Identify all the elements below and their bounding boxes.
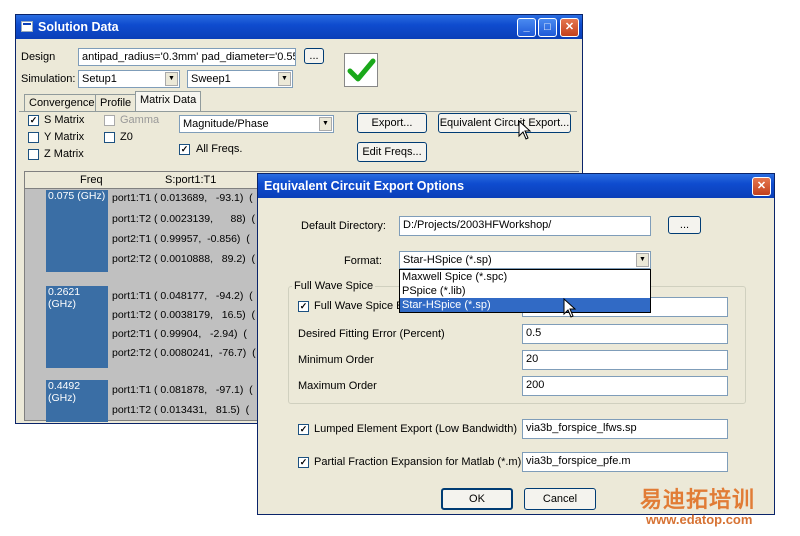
all-freqs-checkbox[interactable]: ✓	[179, 144, 190, 155]
table-row[interactable]: port1:T1 ( 0.081878, -97.1) (	[112, 384, 253, 396]
sweep-value: Sweep1	[191, 73, 231, 85]
lumped-export-field[interactable]: via3b_forspice_lfws.sp	[522, 419, 728, 439]
fws-export-checkbox[interactable]: ✓	[298, 301, 309, 312]
chevron-down-icon[interactable]: ▼	[319, 117, 332, 131]
tab-matrix-data[interactable]: Matrix Data	[135, 91, 202, 112]
gamma-checkbox[interactable]	[104, 115, 115, 126]
freq-cell[interactable]: 0.075 (GHz)	[46, 190, 108, 272]
minimize-icon[interactable]: _	[517, 18, 536, 37]
format-option[interactable]: Maxwell Spice (*.spc)	[400, 270, 650, 284]
cancel-button[interactable]: Cancel	[524, 488, 596, 510]
full-wave-spice-group-label: Full Wave Spice	[292, 280, 376, 292]
sweep-select[interactable]: Sweep1 ▼	[187, 70, 293, 88]
table-row[interactable]: port2:T2 ( 0.0010888, 89.2) (	[112, 253, 255, 265]
lumped-export-checkbox[interactable]: ✓	[298, 424, 309, 435]
min-order-field[interactable]: 20	[522, 350, 728, 370]
table-row[interactable]: port1:T1 ( 0.013689, -93.1) (	[112, 192, 253, 204]
tab-convergence[interactable]: Convergence	[24, 94, 100, 111]
z0-label: Z0	[120, 131, 133, 143]
close-icon[interactable]: ✕	[752, 177, 771, 196]
z0-checkbox[interactable]	[104, 132, 115, 143]
dialog-title-bar[interactable]: Equivalent Circuit Export Options ✕	[258, 174, 774, 198]
tab-panel-border	[19, 111, 577, 112]
table-row[interactable]: port1:T2 ( 0.013431, 81.5) (	[112, 404, 249, 416]
col-s-header[interactable]: S:port1:T1	[165, 174, 216, 186]
design-browse-button[interactable]: ...	[304, 48, 324, 64]
format-option[interactable]: PSpice (*.lib)	[400, 284, 650, 298]
solution-title-bar[interactable]: Solution Data _ □ ✕	[16, 15, 582, 39]
default-dir-field[interactable]: D:/Projects/2003HFWorkshop/	[399, 216, 651, 236]
s-matrix-label: S Matrix	[44, 114, 85, 126]
display-type-value: Magnitude/Phase	[183, 118, 269, 130]
simulation-label: Simulation:	[21, 73, 76, 85]
pfe-field[interactable]: via3b_forspice_pfe.m	[522, 452, 728, 472]
table-row[interactable]: port2:T1 ( 0.99904, -2.94) (	[112, 328, 247, 340]
design-field[interactable]: antipad_radius='0.3mm' pad_diameter='0.5…	[78, 48, 296, 66]
lumped-export-label: Lumped Element Export (Low Bandwidth)	[314, 423, 517, 435]
gamma-label: Gamma	[120, 114, 160, 126]
format-option-selected[interactable]: Star-HSpice (*.sp)	[400, 298, 650, 312]
export-button[interactable]: Export...	[357, 113, 427, 133]
freq-cell[interactable]: 0.2621 (GHz)	[46, 286, 108, 368]
edit-freqs-button[interactable]: Edit Freqs...	[357, 142, 427, 162]
max-order-field[interactable]: 200	[522, 376, 728, 396]
setup-select[interactable]: Setup1 ▼	[78, 70, 180, 88]
close-icon[interactable]: ✕	[560, 18, 579, 37]
fitting-error-field[interactable]: 0.5	[522, 324, 728, 344]
maximize-icon[interactable]: □	[538, 18, 557, 37]
window-icon	[21, 21, 33, 32]
max-order-label: Maximum Order	[298, 380, 377, 392]
export-options-dialog: Equivalent Circuit Export Options ✕ Defa…	[257, 173, 775, 515]
format-value: Star-HSpice (*.sp)	[403, 254, 492, 266]
table-row[interactable]: port1:T2 ( 0.0023139, 88) (	[112, 213, 255, 225]
check-mark-icon	[344, 53, 378, 87]
chevron-down-icon[interactable]: ▼	[278, 72, 291, 86]
watermark-url: www.edatop.com	[646, 512, 753, 527]
all-freqs-label: All Freqs.	[196, 143, 243, 155]
table-row[interactable]: port1:T2 ( 0.0038179, 16.5) (	[112, 309, 255, 321]
table-row[interactable]: port1:T1 ( 0.048177, -94.2) (	[112, 290, 253, 302]
mouse-cursor-icon	[563, 298, 577, 318]
setup-value: Setup1	[82, 73, 117, 85]
pfe-label: Partial Fraction Expansion for Matlab (*…	[314, 456, 522, 468]
freq-cell[interactable]: 0.4492 (GHz)	[46, 380, 108, 422]
fitting-error-label: Desired Fitting Error (Percent)	[298, 328, 445, 340]
design-label: Design	[21, 51, 56, 63]
y-matrix-label: Y Matrix	[44, 131, 85, 143]
dialog-title: Equivalent Circuit Export Options	[264, 179, 465, 193]
table-row[interactable]: port2:T2 ( 0.0080241, -76.7) (	[112, 347, 256, 359]
mouse-cursor-icon	[518, 120, 532, 140]
pfe-checkbox[interactable]: ✓	[298, 457, 309, 468]
display-type-select[interactable]: Magnitude/Phase ▼	[179, 115, 334, 133]
s-matrix-checkbox[interactable]: ✓	[28, 115, 39, 126]
default-dir-browse-button[interactable]: ...	[668, 216, 701, 234]
z-matrix-checkbox[interactable]	[28, 149, 39, 160]
watermark-brand: 易迪拓培训	[640, 487, 756, 512]
y-matrix-checkbox[interactable]	[28, 132, 39, 143]
equivalent-circuit-export-button[interactable]: Equivalent Circuit Export...	[438, 113, 571, 133]
format-dropdown-list[interactable]: Maxwell Spice (*.spc) PSpice (*.lib) Sta…	[399, 269, 651, 313]
table-row[interactable]: port2:T1 ( 0.99957, -0.856) (	[112, 233, 250, 245]
tab-profile[interactable]: Profile	[95, 94, 137, 111]
ok-button[interactable]: OK	[441, 488, 513, 510]
default-dir-label: Default Directory:	[301, 220, 386, 232]
chevron-down-icon[interactable]: ▼	[165, 72, 178, 86]
z-matrix-label: Z Matrix	[44, 148, 84, 160]
solution-title: Solution Data	[38, 20, 119, 34]
chevron-down-icon[interactable]: ▼	[636, 253, 649, 267]
format-select[interactable]: Star-HSpice (*.sp) ▼	[399, 251, 651, 269]
min-order-label: Minimum Order	[298, 354, 374, 366]
watermark: 易迪拓培训 www.edatop.com	[600, 482, 798, 534]
format-label: Format:	[344, 255, 382, 267]
col-freq-header[interactable]: Freq	[80, 174, 103, 186]
